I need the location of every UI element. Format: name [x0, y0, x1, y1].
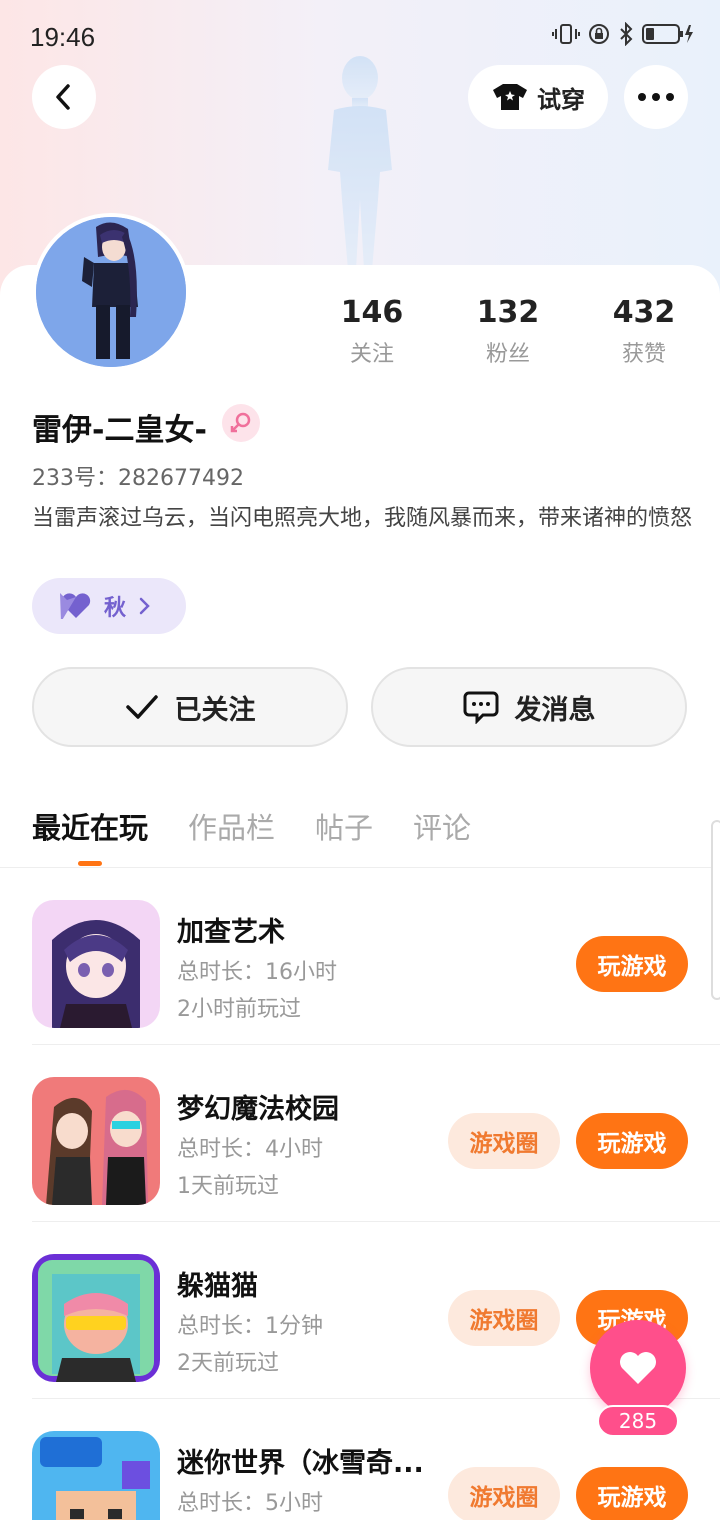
game-last-played: 2小时前玩过 [177, 997, 301, 1022]
battery-icon [642, 24, 693, 44]
game-circle-button[interactable]: 游戏圈 [448, 1113, 560, 1169]
chat-bubble-icon [463, 691, 498, 724]
game-title: 迷你世界（冰雪奇... [177, 1448, 424, 1479]
tab-comments[interactable]: 评论 [413, 805, 471, 847]
bluetooth-icon [620, 22, 633, 46]
game-title: 加查艺术 [177, 917, 285, 948]
game-duration: 总时长：16小时 [177, 960, 337, 985]
stat-following-label: 关注 [349, 342, 394, 367]
message-button[interactable]: 发消息 [371, 667, 687, 747]
heart-icon [620, 1352, 656, 1384]
active-tab-indicator [78, 861, 102, 866]
game-icon [32, 1254, 160, 1382]
back-button[interactable] [32, 65, 96, 129]
game-circle-button[interactable]: 游戏圈 [448, 1290, 560, 1346]
stat-likes-count: 432 [612, 295, 676, 330]
game-list-item[interactable]: 加查艺术 总时长：16小时 2小时前玩过 玩游戏 [32, 868, 720, 1045]
game-last-played: 2天前玩过 [177, 1351, 279, 1376]
game-title: 梦幻魔法校园 [177, 1094, 339, 1125]
stat-following-count: 146 [340, 295, 404, 330]
play-game-button[interactable]: 玩游戏 [576, 1467, 688, 1520]
follow-button[interactable]: 已关注 [32, 667, 348, 747]
stat-fans-count: 132 [476, 295, 540, 330]
game-icon [32, 1077, 160, 1205]
game-icon [32, 1431, 160, 1520]
message-button-label: 发消息 [514, 694, 596, 726]
game-last-played: 1天前玩过 [177, 1174, 279, 1199]
user-id: 233号：282677492 [32, 466, 244, 491]
vibrate-icon [552, 24, 580, 44]
profile-name: 雷伊-二皇女- [32, 413, 207, 448]
chevron-left-icon [56, 84, 70, 110]
check-icon [125, 695, 158, 719]
game-duration: 总时长：4小时 [177, 1137, 323, 1162]
avatar[interactable] [32, 213, 190, 371]
tab-posts[interactable]: 帖子 [315, 805, 373, 847]
game-duration: 总时长：5小时 [177, 1491, 323, 1516]
relationship-badge[interactable]: 秋 [32, 578, 186, 634]
status-bar: 19:46 [0, 0, 720, 72]
stat-fans-label: 粉丝 [485, 342, 530, 367]
game-duration: 总时长：1分钟 [177, 1314, 323, 1339]
status-icons [552, 22, 694, 46]
stat-likes[interactable]: 432 获赞 [584, 295, 704, 368]
tab-works[interactable]: 作品栏 [188, 805, 275, 847]
game-title: 躲猫猫 [177, 1271, 258, 1302]
try-on-label: 试穿 [537, 85, 585, 114]
game-list-item[interactable]: 梦幻魔法校园 总时长：4小时 1天前玩过 游戏圈 玩游戏 [32, 1045, 720, 1222]
more-options-button[interactable] [624, 65, 688, 129]
avatar-figure-illustration [328, 56, 392, 270]
stat-following[interactable]: 146 关注 [312, 295, 432, 368]
scroll-handle[interactable] [711, 820, 720, 1000]
like-count-badge: 285 [597, 1405, 679, 1437]
profile-bio: 当雷声滚过乌云，当闪电照亮大地，我随风暴而来，带来诸神的愤怒 [32, 506, 693, 531]
profile-tabs: 最近在玩 作品栏 帖子 评论 [32, 805, 471, 847]
more-dots-icon [638, 93, 674, 101]
follow-button-label: 已关注 [174, 694, 256, 726]
play-game-button[interactable]: 玩游戏 [576, 1113, 688, 1169]
lock-rotation-icon [589, 24, 609, 44]
female-gender-icon [222, 404, 260, 442]
game-circle-button[interactable]: 游戏圈 [448, 1467, 560, 1520]
stat-fans[interactable]: 132 粉丝 [448, 295, 568, 368]
status-time: 19:46 [30, 22, 96, 52]
try-on-button[interactable]: 试穿 [468, 65, 608, 129]
avatar-character-image [36, 217, 186, 367]
chevron-right-icon [139, 597, 150, 615]
like-fab-button[interactable] [590, 1320, 686, 1416]
heart-badge-icon [60, 593, 91, 619]
tshirt-icon [493, 84, 527, 110]
play-game-button[interactable]: 玩游戏 [576, 936, 688, 992]
game-icon [32, 900, 160, 1028]
tab-recently-played[interactable]: 最近在玩 [32, 805, 148, 847]
stat-likes-label: 获赞 [621, 342, 666, 367]
relationship-badge-label: 秋 [104, 596, 127, 621]
